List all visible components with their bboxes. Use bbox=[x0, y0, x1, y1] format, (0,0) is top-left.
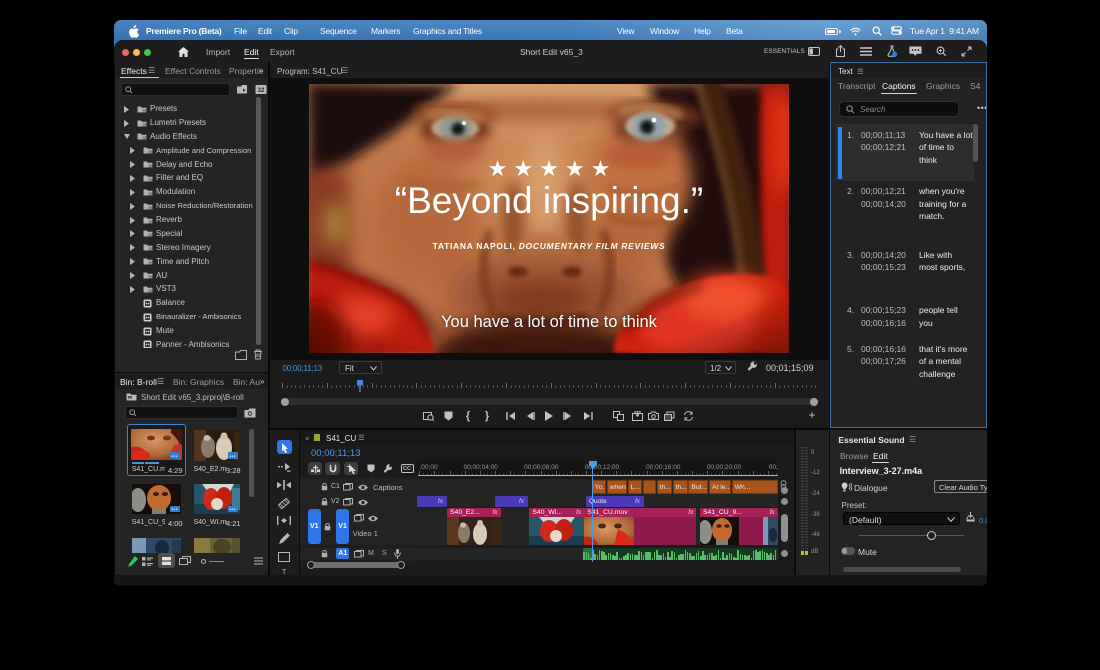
svg-text:32: 32 bbox=[258, 88, 265, 94]
